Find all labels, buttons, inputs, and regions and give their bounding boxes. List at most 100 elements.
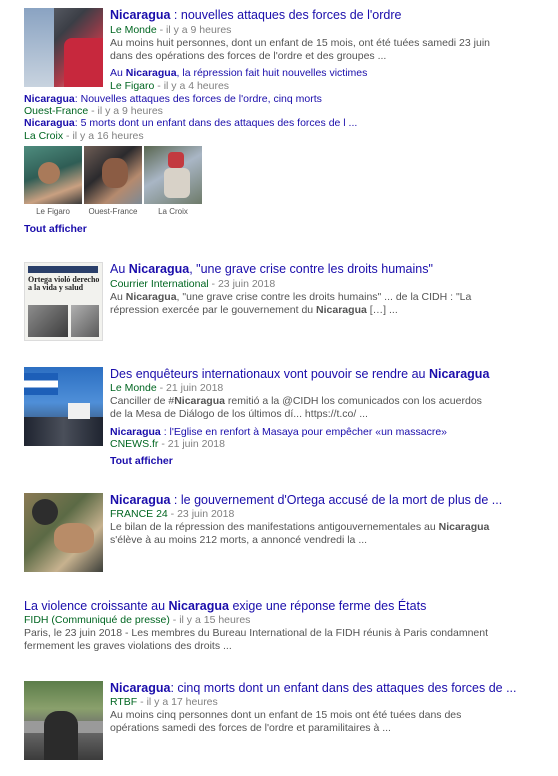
item3-source: FRANCE 24: [110, 508, 168, 520]
cluster-snippet: Au moins huit personnes, dont un enfant …: [110, 37, 490, 62]
item2-headline-keyword: Nicaragua: [428, 367, 490, 381]
image-strip-caption-2: Ouest-France: [88, 207, 138, 216]
item4-headline-keyword: Nicaragua: [168, 599, 229, 613]
item3-snippet-a: Le bilan de la répression des manifestat…: [110, 521, 439, 533]
item1-headline-prefix: Au: [110, 262, 129, 276]
crowd-shape: [24, 417, 103, 446]
sub1-keyword: Nicaragua: [125, 67, 177, 79]
item2-sub-source: CNEWS.fr: [110, 438, 159, 450]
item2-sub-source-line: CNEWS.fr - 21 juin 2018: [110, 438, 225, 451]
item1-headline-keyword: Nicaragua: [128, 262, 190, 276]
news-thumbnail-newspaper[interactable]: Ortega violó derecho a la vida y salud: [24, 262, 103, 341]
item2-show-all-link[interactable]: Tout afficher: [110, 455, 173, 467]
item1-snippet: Au Nicaragua, "une grave crise contre le…: [110, 291, 490, 317]
person-shape-2: [32, 499, 58, 525]
person-shape: [38, 162, 60, 184]
item4-headline-prefix: La violence croissante au: [24, 599, 169, 613]
embrace-shape: [102, 158, 128, 188]
item2-headline[interactable]: Des enquêteurs internationaux vont pouvo…: [110, 366, 489, 382]
sub2-time: - il y a 9 heures: [88, 105, 163, 117]
item2-source: Le Monde: [110, 382, 157, 394]
item5-headline-rest: : cinq morts dont un enfant dans des att…: [170, 681, 517, 695]
item3-source-line: FRANCE 24 - 23 juin 2018: [110, 508, 234, 521]
news-thumbnail-clash[interactable]: [24, 493, 103, 572]
flag-shape: [24, 8, 54, 87]
cluster-headline-keyword: Nicaragua: [110, 8, 171, 22]
item1-time: - 23 juin 2018: [208, 278, 276, 290]
item1-source-line: Courrier International - 23 juin 2018: [110, 278, 275, 291]
sub2-keyword: Nicaragua: [24, 93, 75, 105]
newspaper-masthead: [28, 266, 98, 273]
image-strip-ouest-france[interactable]: [84, 146, 142, 204]
news-thumbnail-street[interactable]: [24, 681, 103, 760]
item2-snippet-keyword: Nicaragua: [174, 395, 225, 407]
sub1-source: Le Figaro: [110, 80, 155, 92]
item2-headline-prefix: Des enquêteurs internationaux vont pouvo…: [110, 367, 429, 381]
item3-headline[interactable]: Nicaragua : le gouvernement d'Ortega acc…: [110, 492, 502, 508]
item5-headline-keyword: Nicaragua: [110, 681, 171, 695]
item3-snippet-keyword: Nicaragua: [438, 521, 490, 533]
sub3-source-line: La Croix - il y a 16 heures: [24, 130, 144, 143]
newspaper-headline: Ortega violó derecho a la vida y salud: [28, 275, 100, 292]
sub1-source-line: Le Figaro - il y a 4 heures: [110, 80, 229, 93]
item1-headline-rest: , "une grave crise contre les droits hum…: [189, 262, 433, 276]
person-back-shape: [44, 711, 78, 760]
item5-headline[interactable]: Nicaragua: cinq morts dont un enfant dan…: [110, 680, 517, 696]
image-strip-caption-1: Le Figaro: [36, 207, 70, 216]
item3-snippet-b: s'élève à au moins 212 morts, a annoncé …: [110, 534, 368, 546]
cluster-show-all-link[interactable]: Tout afficher: [24, 223, 87, 235]
item4-time: - il y a 15 heures: [169, 614, 251, 626]
cluster-source: Le Monde: [110, 24, 157, 36]
image-strip-le-figaro[interactable]: [24, 146, 82, 204]
item2-sub-rest: : l'Eglise en renfort à Masaya pour empê…: [160, 426, 448, 438]
item5-snippet: Au moins cinq personnes dont un enfant d…: [110, 709, 462, 734]
newspaper-photo: [28, 305, 68, 337]
item4-source: FIDH (Communiqué de presse): [24, 614, 170, 626]
cluster-headline-rest: : nouvelles attaques des forces de l'ord…: [170, 8, 402, 22]
news-thumbnail-protest[interactable]: [24, 8, 103, 87]
cluster-source-line: Le Monde - il y a 9 heures: [110, 24, 231, 37]
item2-sub-time: - 21 juin 2018: [158, 438, 225, 450]
item1-snippet-a: Au: [110, 291, 126, 303]
sub1-rest: , la répression fait huit nouvelles vict…: [176, 67, 368, 79]
arm-shape: [54, 523, 94, 553]
item1-snippet-c: […] ...: [366, 304, 398, 316]
item3-headline-rest: : le gouvernement d'Ortega accusé de la …: [170, 493, 503, 507]
item2-snippet-a: Canciller de #: [110, 395, 175, 407]
item4-snippet: Paris, le 23 juin 2018 - Les membres du …: [24, 627, 488, 652]
sub3-rest: : 5 morts dont un enfant dans des attaqu…: [74, 117, 358, 129]
cluster-sub-story-3[interactable]: Nicaragua: 5 morts dont un enfant dans d…: [24, 117, 357, 130]
item3-headline-keyword: Nicaragua: [110, 493, 171, 507]
item5-source-line: RTBF - il y a 17 heures: [110, 696, 218, 709]
item4-headline-rest: exige une réponse ferme des États: [228, 599, 427, 613]
cluster-sub-story-1[interactable]: Au Nicaragua, la répression fait huit no…: [110, 67, 367, 80]
item1-headline[interactable]: Au Nicaragua, "une grave crise contre le…: [110, 261, 433, 277]
flag-shape-2: [24, 373, 58, 395]
item5-time: - il y a 17 heures: [137, 696, 218, 708]
item3-time: - 23 juin 2018: [167, 508, 235, 520]
cluster-headline[interactable]: Nicaragua : nouvelles attaques des force…: [110, 7, 401, 23]
item1-source: Courrier International: [110, 278, 209, 290]
news-thumbnail-protest-flags[interactable]: [24, 367, 103, 446]
item2-snippet: Canciller de #Nicaragua remitió a la @CI…: [110, 395, 495, 421]
image-strip-caption-3: La Croix: [158, 207, 188, 216]
item2-time: - 21 juin 2018: [156, 382, 224, 394]
item4-headline[interactable]: La violence croissante au Nicaragua exig…: [24, 598, 426, 614]
image-strip-la-croix[interactable]: [144, 146, 202, 204]
sub1-prefix: Au: [110, 67, 126, 79]
sub3-source: La Croix: [24, 130, 64, 142]
cluster-time: - il y a 9 heures: [156, 24, 232, 36]
newspaper-photo-2: [71, 305, 99, 337]
sub2-source: Ouest-France: [24, 105, 89, 117]
item2-source-line: Le Monde - 21 juin 2018: [110, 382, 223, 395]
sub3-keyword: Nicaragua: [24, 117, 75, 129]
scarf-shape: [64, 38, 103, 87]
item5-source: RTBF: [110, 696, 138, 708]
body-shape: [164, 168, 190, 198]
sub1-time: - il y a 4 heures: [154, 80, 230, 92]
item1-snippet-keyword-2: Nicaragua: [316, 304, 367, 316]
item2-sub-keyword: Nicaragua: [110, 426, 161, 438]
sub3-time: - il y a 16 heures: [63, 130, 144, 142]
item1-snippet-keyword: Nicaragua: [125, 291, 177, 303]
sign-shape: [68, 403, 90, 419]
